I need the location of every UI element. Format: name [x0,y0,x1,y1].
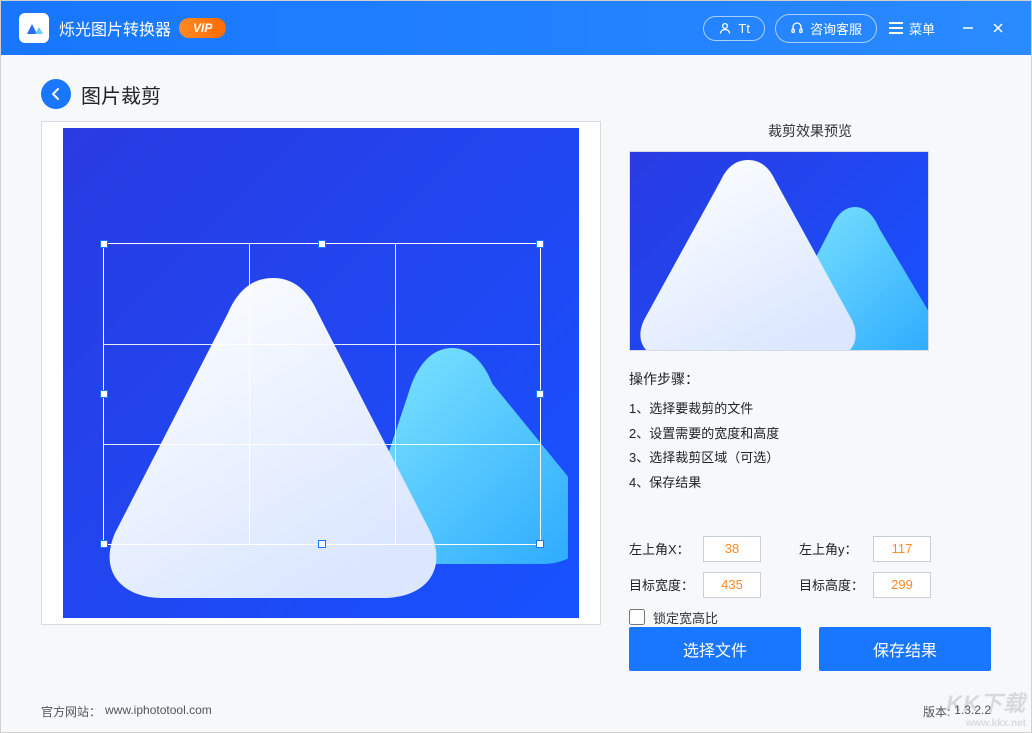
arrow-left-icon [49,87,63,101]
target-width-input[interactable] [703,572,761,598]
app-logo [19,13,49,43]
target-height-label: 目标高度： [799,575,865,594]
crop-handle-ml[interactable] [100,390,108,398]
footer: 官方网站： www.iphototool.com 版本: 1.3.2.2 [1,691,1031,732]
target-height-input[interactable] [873,572,931,598]
target-width-label: 目标宽度： [629,575,695,594]
step-item: 2、设置需要的宽度和高度 [629,422,991,447]
step-item: 4、保存结果 [629,471,991,496]
titlebar: 烁光图片转换器 VIP Tt 咨询客服 菜单 [1,1,1031,55]
crop-selection[interactable] [103,243,541,545]
menu-button[interactable]: 菜单 [889,19,935,38]
left-x-input[interactable] [703,536,761,562]
left-x-label: 左上角X： [629,539,695,558]
save-result-button[interactable]: 保存结果 [819,627,991,671]
close-button[interactable] [983,13,1013,43]
user-label: Tt [738,21,750,36]
crop-canvas[interactable] [41,121,601,625]
step-item: 1、选择要裁剪的文件 [629,397,991,422]
minimize-button[interactable] [953,13,983,43]
left-y-label: 左上角y： [799,539,865,558]
menu-icon [889,27,903,29]
back-button[interactable] [41,79,71,109]
crop-handle-bm[interactable] [318,540,326,548]
source-image [63,128,579,618]
vip-badge[interactable]: VIP [179,18,226,38]
steps-list: 1、选择要裁剪的文件 2、设置需要的宽度和高度 3、选择裁剪区域（可选） 4、保… [629,397,991,496]
preview-title: 裁剪效果预览 [629,121,991,141]
steps-title: 操作步骤： [629,369,991,389]
crop-handle-tr[interactable] [536,240,544,248]
user-icon [718,21,732,35]
page-title: 图片裁剪 [81,80,161,109]
crop-handle-tl[interactable] [100,240,108,248]
lock-aspect-checkbox[interactable] [629,609,645,625]
step-item: 3、选择裁剪区域（可选） [629,446,991,471]
version-value: 1.3.2.2 [954,703,991,720]
cs-label: 咨询客服 [810,19,862,38]
crop-handle-bl[interactable] [100,540,108,548]
app-title: 烁光图片转换器 [59,16,171,40]
preview-box [629,151,929,351]
customer-service-pill[interactable]: 咨询客服 [775,14,877,43]
site-url[interactable]: www.iphototool.com [105,703,212,720]
headset-icon [790,21,804,35]
crop-handle-mr[interactable] [536,390,544,398]
user-pill[interactable]: Tt [703,16,765,41]
version-label: 版本: [923,703,950,720]
crop-handle-br[interactable] [536,540,544,548]
site-label: 官方网站： [41,703,101,720]
lock-aspect-label: 锁定宽高比 [653,608,718,627]
choose-file-button[interactable]: 选择文件 [629,627,801,671]
left-y-input[interactable] [873,536,931,562]
crop-handle-tm[interactable] [318,240,326,248]
